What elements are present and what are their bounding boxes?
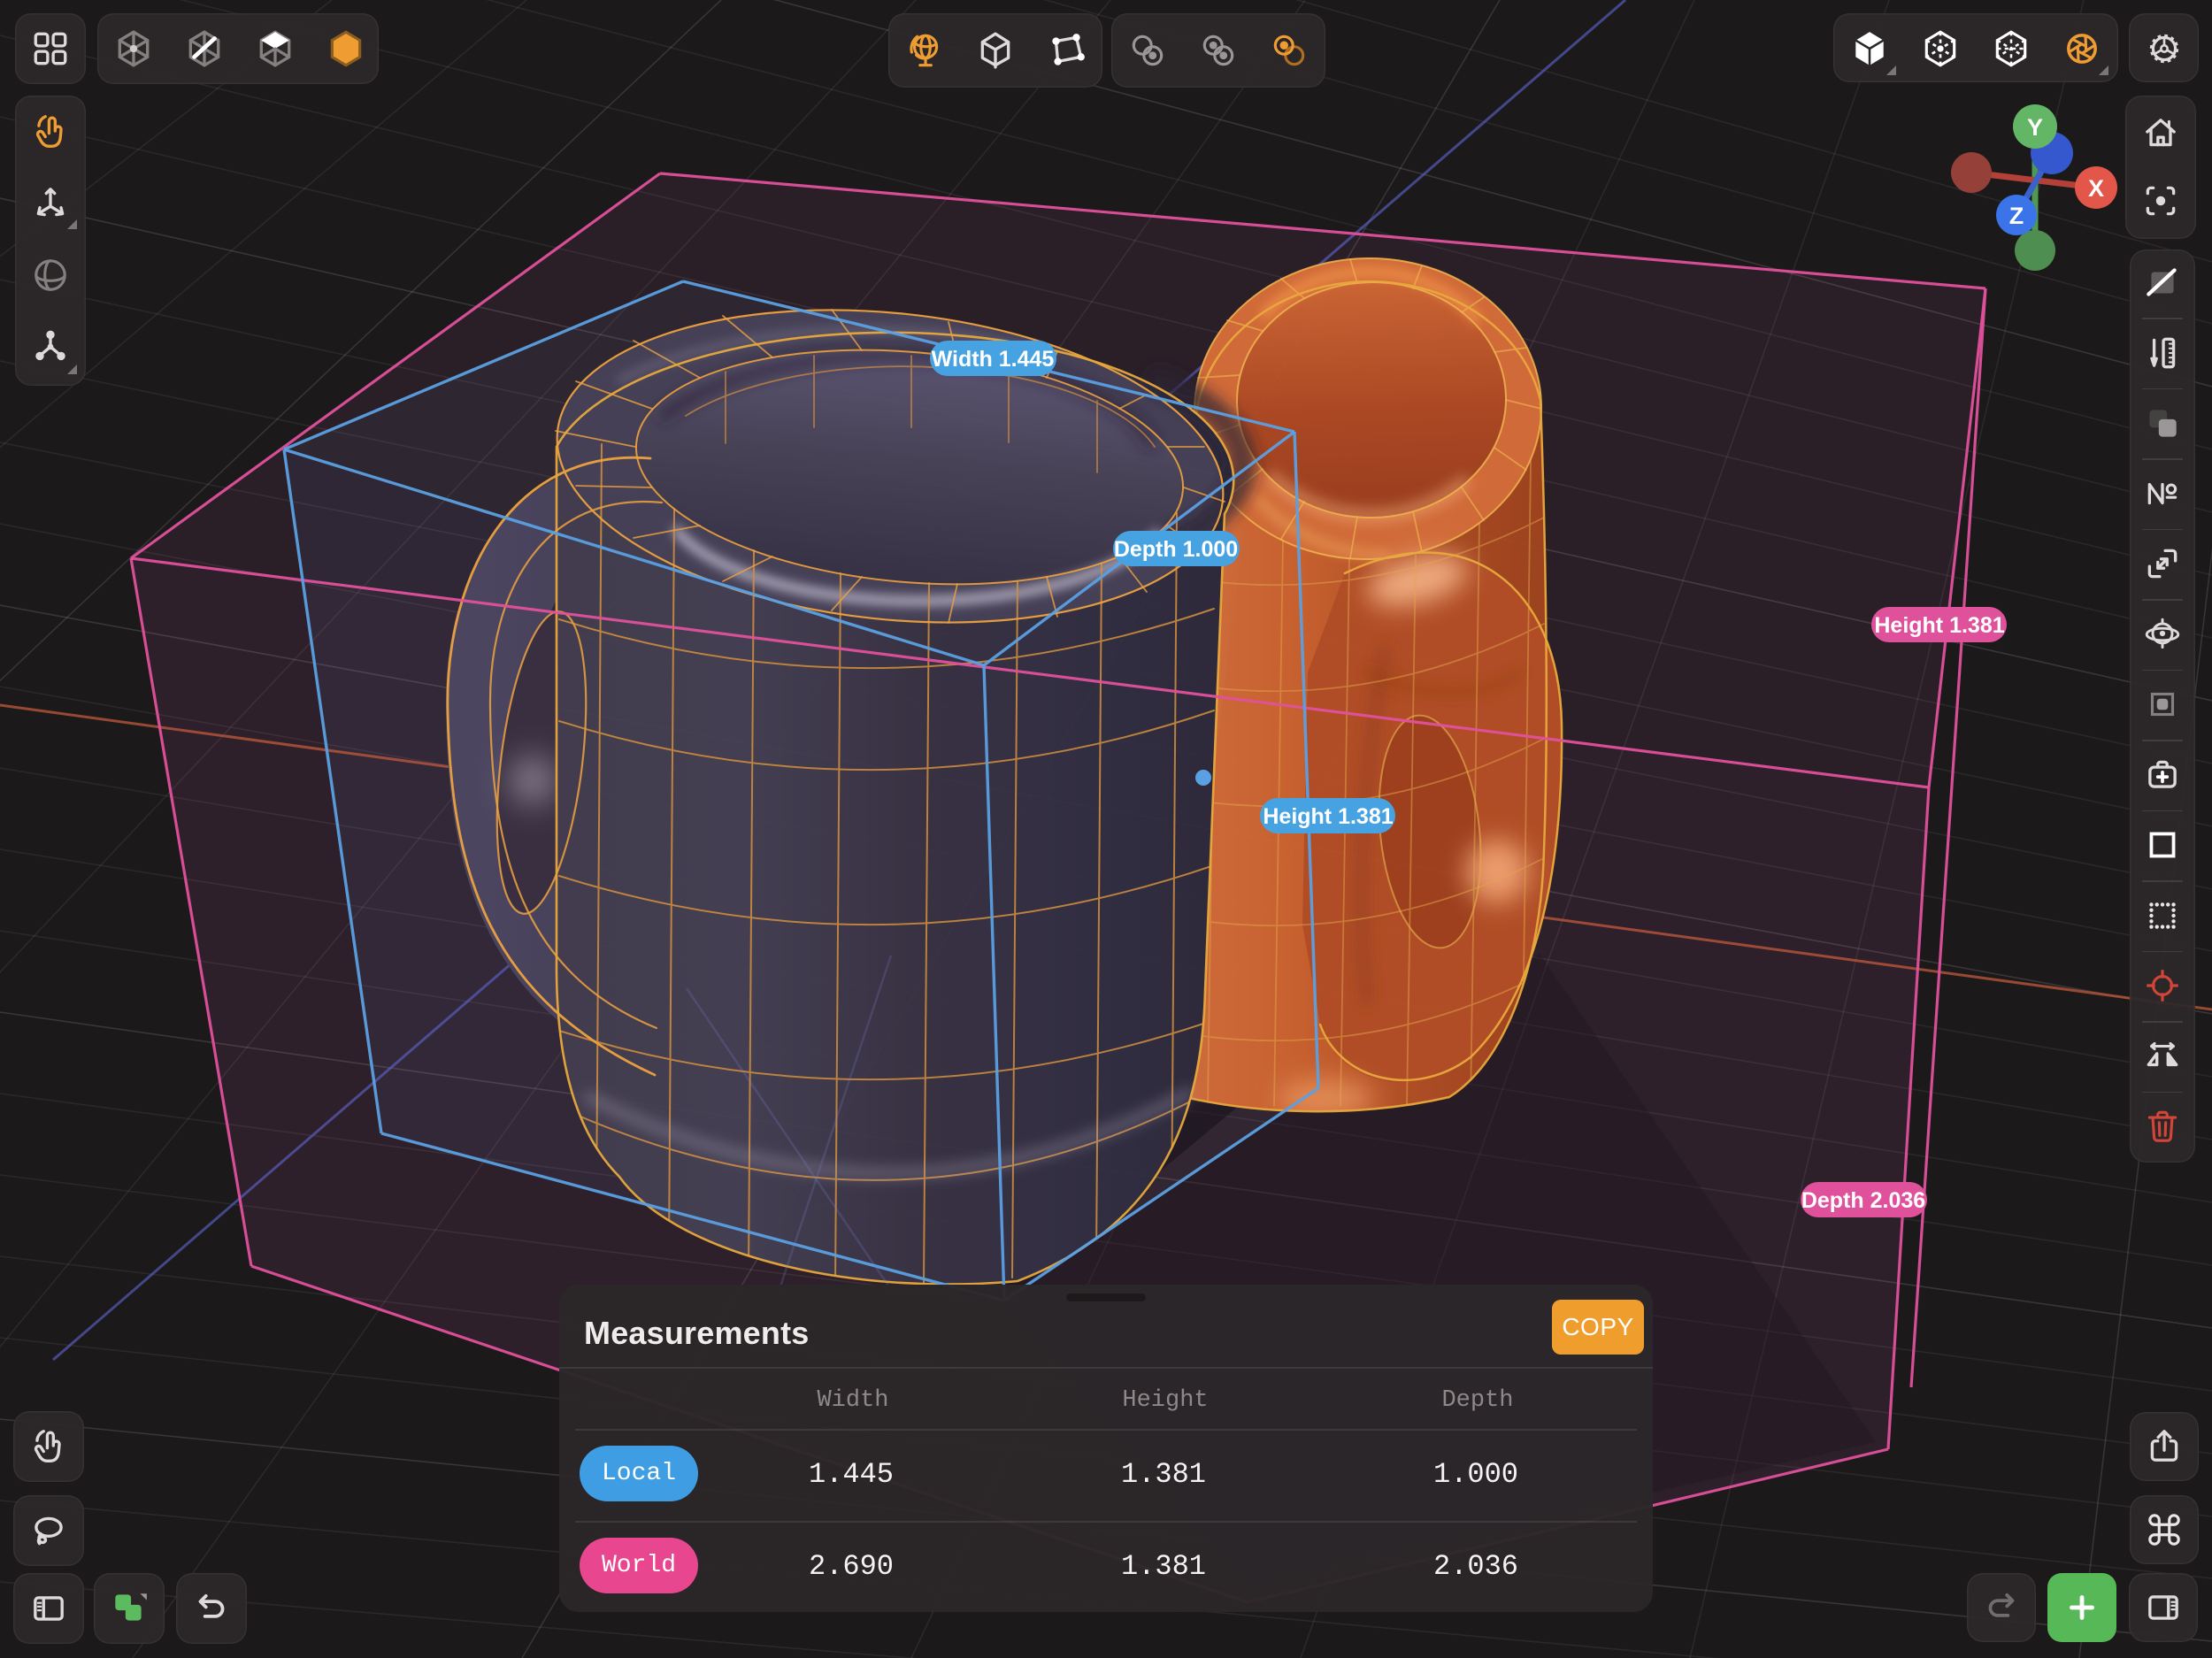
svg-text:Y: Y bbox=[2027, 114, 2043, 141]
svg-text:Width 1.445: Width 1.445 bbox=[932, 347, 1055, 372]
svg-text:Z: Z bbox=[2009, 203, 2024, 229]
svg-text:X: X bbox=[2088, 175, 2104, 202]
svg-text:Height 1.381: Height 1.381 bbox=[1263, 804, 1393, 829]
svg-text:Depth 1.000: Depth 1.000 bbox=[1114, 537, 1238, 562]
svg-text:Height 1.381: Height 1.381 bbox=[1874, 613, 2004, 638]
svg-text:Depth 2.036: Depth 2.036 bbox=[1801, 1188, 1925, 1213]
